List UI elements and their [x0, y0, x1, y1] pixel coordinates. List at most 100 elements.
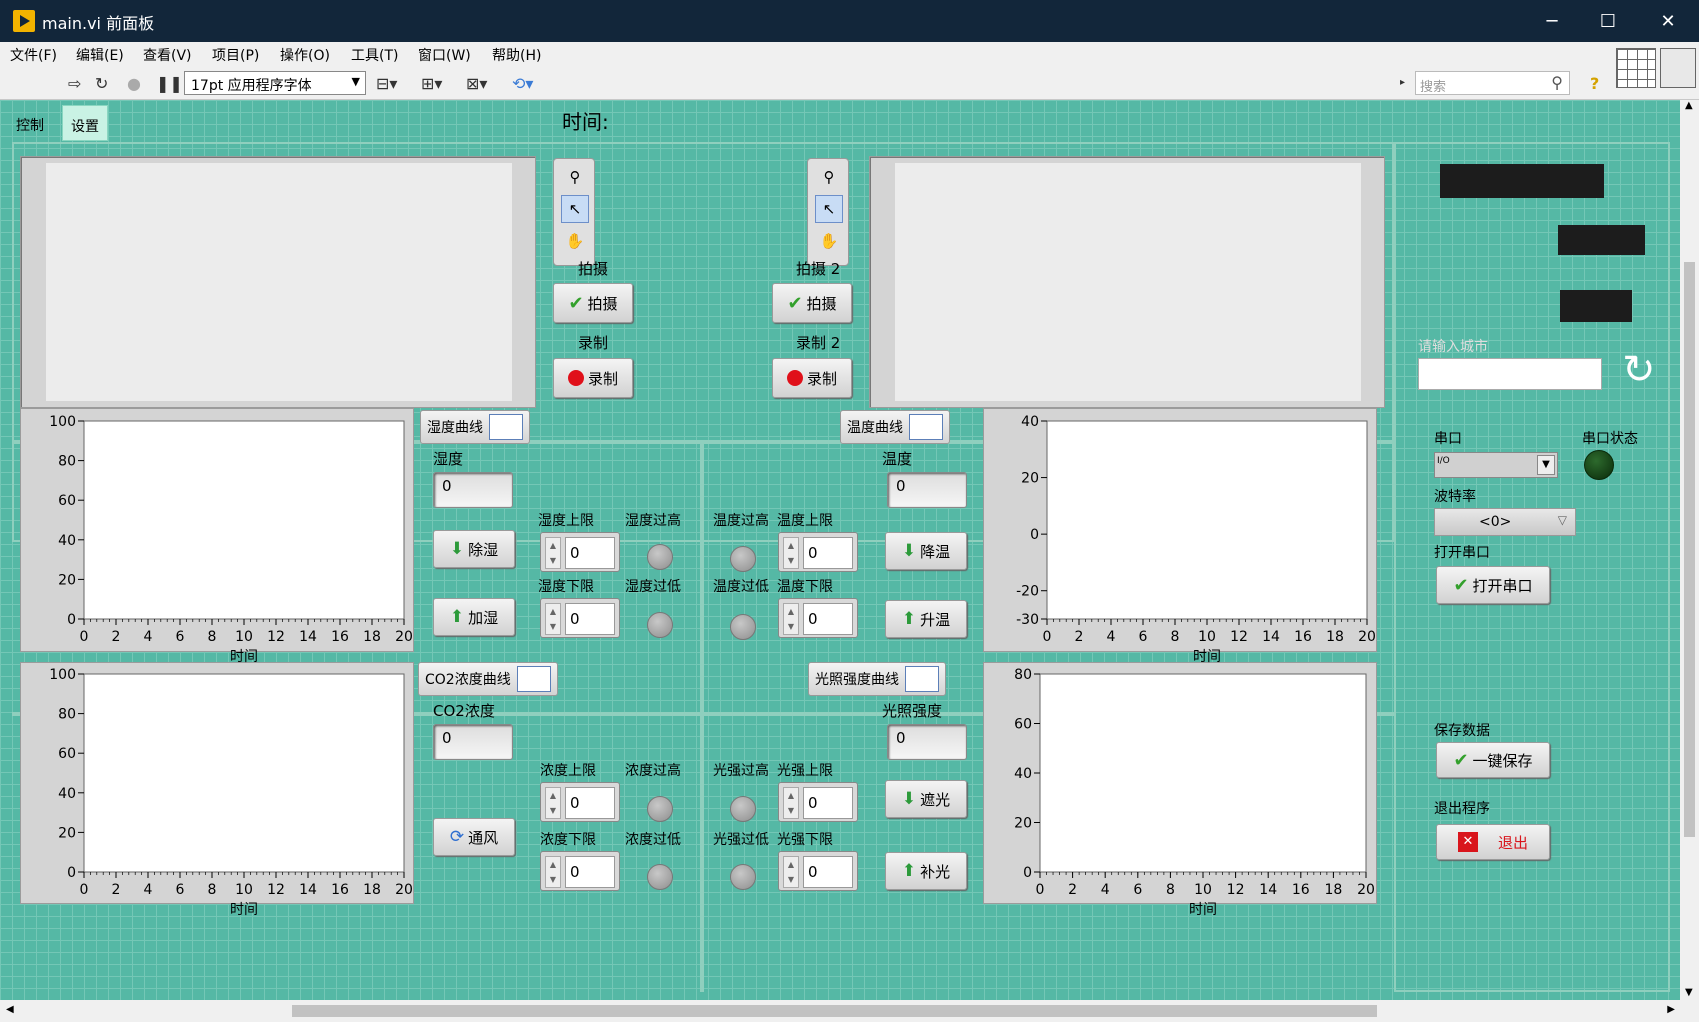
vi-icon[interactable] [1660, 48, 1696, 88]
horizontal-scrollbar[interactable]: ◀ ▶ [0, 1000, 1699, 1022]
x-tick-label: 6 [176, 629, 185, 645]
menu-operate[interactable]: 操作(O) [280, 45, 330, 65]
menu-file[interactable]: 文件(F) [10, 45, 57, 65]
x-tick-label: 12 [1230, 629, 1248, 645]
reorder-icon[interactable]: ⟲▾ [512, 74, 533, 93]
scroll-down-icon[interactable]: ▼ [1685, 987, 1693, 998]
y-tick-label: 40 [1021, 414, 1039, 430]
x-tick-label: 4 [144, 882, 153, 898]
x-tick-label: 10 [1194, 882, 1212, 898]
x-tick-label: 12 [267, 629, 285, 645]
distribute-objects-icon[interactable]: ⊞▾ [421, 74, 442, 93]
y-tick-label: 40 [1014, 766, 1032, 782]
chevron-down-icon: ▼ [351, 75, 360, 88]
align-objects-icon[interactable]: ⊟▾ [376, 74, 397, 93]
search-input[interactable]: 搜索 ⚲ [1415, 71, 1570, 95]
window-title: main.vi 前面板 [42, 14, 155, 33]
y-tick-label: 80 [1014, 667, 1032, 683]
run-arrow-icon[interactable]: ⇨ [68, 74, 81, 93]
y-tick-label: 80 [58, 454, 76, 470]
front-panel: 控制 设置 时间: ⚲ ↖ ✋ 拍摄 ✔ 拍摄 录制 录制 ⚲ ↖ ✋ 拍摄 2 … [0, 100, 1680, 1000]
search-placeholder: 搜索 [1420, 80, 1447, 95]
x-tick-label: 16 [1294, 629, 1312, 645]
vertical-scrollbar[interactable]: ▲ ▼ [1680, 100, 1699, 1000]
toolbar: ⇨ ↻ ● ❚❚ 17pt 应用程序字体 ▼ ⊟▾ ⊞▾ ⊠▾ ⟲▾ ▸ 搜索 … [0, 48, 1699, 100]
x-tick-label: 10 [235, 882, 253, 898]
x-tick-label: 0 [1036, 882, 1045, 898]
pause-icon[interactable]: ❚❚ [156, 74, 183, 93]
horizontal-scrollbar-thumb[interactable] [292, 1005, 1377, 1017]
y-tick-label: 20 [1014, 816, 1032, 832]
x-tick-label: 8 [1171, 629, 1180, 645]
plot-area [83, 673, 405, 873]
y-tick-label: 0 [1030, 527, 1039, 543]
y-tick-label: 0 [67, 612, 76, 628]
menu-help[interactable]: 帮助(H) [492, 45, 541, 65]
x-tick-label: 18 [1324, 882, 1342, 898]
x-axis-label: 时间 [230, 649, 258, 665]
x-axis-label: 时间 [230, 902, 258, 918]
scroll-up-icon[interactable]: ▲ [1685, 100, 1693, 111]
y-tick-label: 20 [1021, 471, 1039, 487]
font-select[interactable]: 17pt 应用程序字体 ▼ [184, 71, 366, 95]
menu-tools[interactable]: 工具(T) [351, 45, 398, 65]
y-tick-label: 0 [1023, 865, 1032, 881]
run-continuously-icon[interactable]: ↻ [95, 74, 108, 93]
x-tick-label: 2 [1075, 629, 1084, 645]
y-tick-label: 40 [58, 533, 76, 549]
x-tick-label: 18 [363, 629, 381, 645]
search-icon[interactable]: ⚲ [1551, 73, 1563, 92]
scroll-left-icon[interactable]: ◀ [6, 1004, 14, 1015]
help-icon[interactable]: ? [1590, 74, 1599, 93]
x-tick-label: 14 [299, 882, 317, 898]
x-tick-label: 0 [80, 629, 89, 645]
vertical-scrollbar-thumb[interactable] [1684, 262, 1695, 837]
x-tick-label: 12 [1227, 882, 1245, 898]
expand-arrow-icon[interactable]: ▸ [1400, 77, 1405, 88]
title-bar: main.vi 前面板 ─ ☐ ✕ [0, 0, 1699, 42]
menu-bar: 文件(F) 编辑(E) 查看(V) 项目(P) 操作(O) 工具(T) 窗口(W… [0, 42, 1699, 66]
y-tick-label: 60 [1014, 717, 1032, 733]
x-tick-label: 16 [1292, 882, 1310, 898]
x-tick-label: 20 [1358, 629, 1376, 645]
x-tick-label: 4 [144, 629, 153, 645]
y-tick-label: 80 [58, 707, 76, 723]
x-axis-label: 时间 [1193, 649, 1221, 665]
menu-project[interactable]: 项目(P) [212, 45, 259, 65]
font-select-value: 17pt 应用程序字体 [191, 78, 312, 94]
x-tick-label: 6 [176, 882, 185, 898]
x-tick-label: 16 [331, 629, 349, 645]
abort-icon[interactable]: ● [127, 74, 141, 93]
resize-objects-icon[interactable]: ⊠▾ [466, 74, 487, 93]
y-tick-label: 60 [58, 746, 76, 762]
x-tick-label: 8 [208, 882, 217, 898]
plot-area [1039, 673, 1367, 873]
x-tick-label: 10 [235, 629, 253, 645]
y-tick-label: 100 [49, 667, 76, 683]
x-tick-label: 0 [1043, 629, 1052, 645]
x-tick-label: 0 [80, 882, 89, 898]
menu-view[interactable]: 查看(V) [143, 45, 192, 65]
charts-layer: 1008060402000 2 4 6 8 10 12 14 16 18 20时间40200-20-… [49, 414, 1376, 918]
connector-pane-icon[interactable] [1616, 48, 1656, 88]
x-axis-label: 时间 [1189, 902, 1217, 918]
scroll-right-icon[interactable]: ▶ [1667, 1004, 1675, 1015]
x-tick-label: 8 [208, 629, 217, 645]
x-tick-label: 20 [395, 629, 413, 645]
maximize-button[interactable]: ☐ [1580, 0, 1636, 42]
minimize-button[interactable]: ─ [1524, 0, 1580, 42]
menu-window[interactable]: 窗口(W) [418, 45, 471, 65]
y-tick-label: -20 [1016, 584, 1039, 600]
x-tick-label: 2 [1068, 882, 1077, 898]
x-tick-label: 2 [112, 882, 121, 898]
x-tick-label: 6 [1133, 882, 1142, 898]
x-tick-label: 18 [363, 882, 381, 898]
x-tick-label: 4 [1101, 882, 1110, 898]
close-button[interactable]: ✕ [1640, 0, 1696, 42]
y-tick-label: -30 [1016, 612, 1039, 628]
x-tick-label: 20 [395, 882, 413, 898]
y-tick-label: 40 [58, 786, 76, 802]
menu-edit[interactable]: 编辑(E) [76, 45, 124, 65]
x-tick-label: 8 [1166, 882, 1175, 898]
x-tick-label: 20 [1357, 882, 1375, 898]
